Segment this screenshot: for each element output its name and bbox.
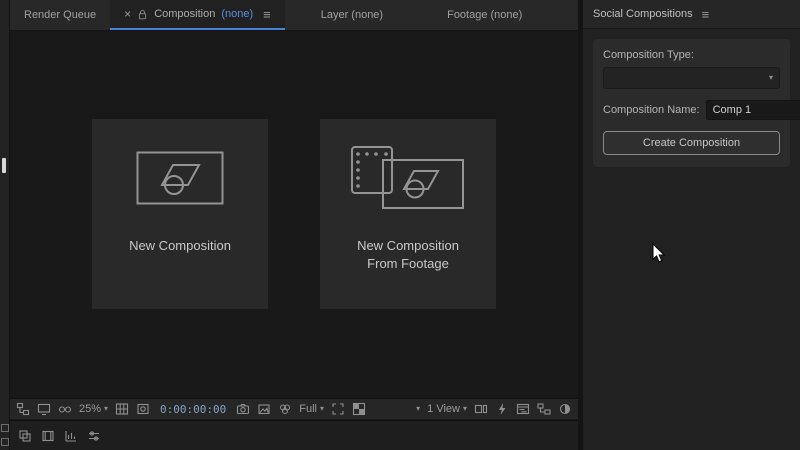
exposure-icon[interactable] — [558, 402, 572, 416]
left-panel-edge — [0, 0, 10, 450]
composition-name-label: Composition Name: — [603, 104, 700, 116]
timeline-icon[interactable] — [516, 402, 530, 416]
tab-composition[interactable]: × Composition (none) ≡ — [110, 0, 285, 30]
lower-panel-strip — [10, 420, 578, 450]
composition-type-dropdown[interactable]: ▾ — [603, 67, 780, 89]
snapshot-camera-icon[interactable] — [236, 402, 250, 416]
panel-grabber[interactable] — [2, 158, 6, 173]
zoom-value: 25% — [79, 403, 102, 415]
tab-label: Layer (none) — [320, 9, 384, 21]
resolution-value: Full — [299, 403, 318, 415]
panel-title: Social Compositions — [593, 8, 693, 20]
social-compositions-panel: Social Compositions ≡ Composition Type: … — [583, 0, 800, 450]
tab-footage[interactable]: Footage (none) — [433, 0, 536, 30]
mini-panel-icon[interactable] — [1, 424, 9, 432]
sliders-icon[interactable] — [87, 429, 101, 443]
region-of-interest-icon[interactable] — [331, 402, 345, 416]
pixel-aspect-correction-icon[interactable] — [474, 402, 488, 416]
tab-layer[interactable]: Layer (none) — [307, 0, 397, 30]
composition-viewer-panel: Render Queue × Composition (none) ≡ Laye… — [10, 0, 578, 450]
view-layout-popup[interactable]: 1 View ▾ — [427, 403, 467, 415]
fast-previews-icon[interactable] — [495, 402, 509, 416]
transparency-grid-icon[interactable] — [352, 402, 366, 416]
chevron-down-icon: ▾ — [104, 404, 109, 413]
film-frame-icon[interactable] — [41, 429, 55, 443]
chart-icon[interactable] — [64, 429, 78, 443]
magnification-popup[interactable]: 25% ▾ — [79, 403, 108, 415]
close-icon[interactable]: × — [124, 7, 131, 21]
chevron-down-icon: ▾ — [768, 73, 773, 82]
card-label: New Composition From Footage — [357, 238, 459, 272]
composition-icon — [136, 119, 224, 237]
chevron-down-icon: ▾ — [416, 404, 421, 413]
view-layout-value: 1 View — [427, 403, 460, 415]
composition-from-footage-icon — [350, 119, 466, 237]
tab-render-queue[interactable]: Render Queue — [10, 0, 110, 30]
current-time[interactable]: 0:00:00:00 — [160, 403, 226, 416]
lock-icon — [137, 8, 148, 21]
new-composition-from-footage-card[interactable]: New Composition From Footage — [320, 119, 496, 309]
mini-flowchart-icon[interactable] — [16, 402, 30, 416]
viewer-tabbar: Render Queue × Composition (none) ≡ Laye… — [10, 0, 578, 31]
viewer-statusbar: 25% ▾ 0:00:00:00 Full ▾ ▾ 1 View ▾ — [10, 398, 578, 419]
left-strip-bottom-icons — [1, 424, 9, 446]
create-composition-button[interactable]: Create Composition — [603, 131, 780, 155]
composition-empty-state: New Composition New Composition From Foo… — [10, 31, 578, 398]
tab-state: (none) — [221, 8, 254, 20]
after-effects-window: Render Queue × Composition (none) ≡ Laye… — [0, 0, 800, 450]
composition-name-input[interactable] — [705, 100, 800, 120]
monitor-icon[interactable] — [37, 402, 51, 416]
mask-visibility-icon[interactable] — [136, 402, 150, 416]
channels-glasses-icon[interactable] — [58, 402, 72, 416]
new-composition-card[interactable]: New Composition — [92, 119, 268, 309]
tab-label: Composition — [154, 8, 216, 20]
panel-menu-icon[interactable]: ≡ — [702, 7, 710, 22]
chevron-down-icon: ▾ — [320, 404, 325, 413]
composition-form: Composition Type: ▾ Composition Name: Cr… — [593, 39, 800, 167]
composition-name-row: Composition Name: — [603, 100, 800, 120]
3d-view-popup[interactable]: ▾ — [416, 405, 420, 413]
mini-panel-icon[interactable] — [1, 438, 9, 446]
chevron-down-icon: ▾ — [462, 404, 467, 413]
panel-menu-icon[interactable]: ≡ — [263, 7, 271, 22]
grid-guides-icon[interactable] — [115, 402, 129, 416]
show-last-snapshot-icon[interactable] — [257, 402, 271, 416]
composition-type-label: Composition Type: — [603, 49, 694, 61]
channel-settings-icon[interactable] — [278, 402, 292, 416]
overlapping-squares-icon[interactable] — [18, 429, 32, 443]
tab-label: Footage (none) — [447, 9, 523, 21]
tab-label: Render Queue — [24, 9, 97, 21]
panel-header: Social Compositions ≡ — [583, 0, 800, 29]
comp-flowchart-icon[interactable] — [537, 402, 551, 416]
resolution-popup[interactable]: Full ▾ — [299, 403, 324, 415]
card-label: New Composition — [129, 238, 231, 253]
